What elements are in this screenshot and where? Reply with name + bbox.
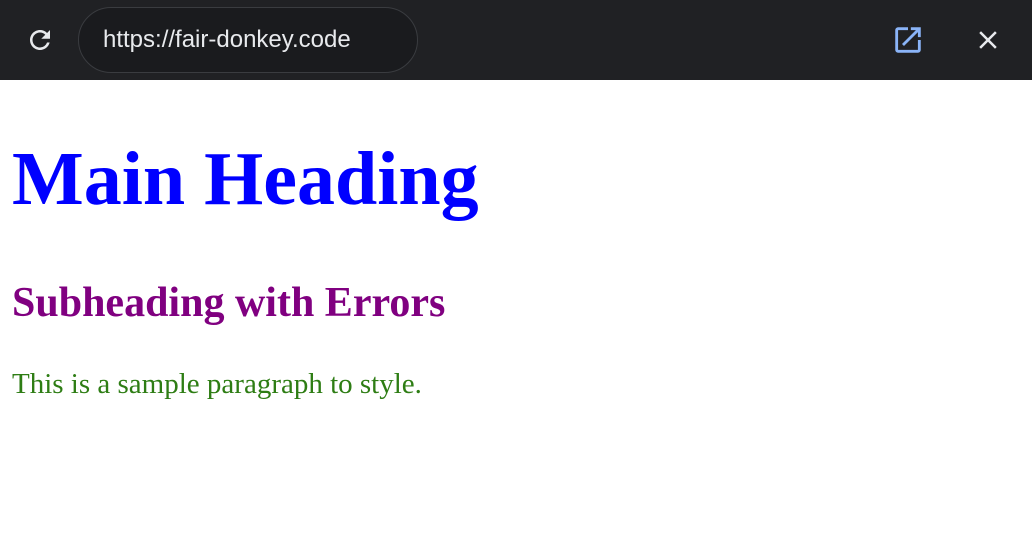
open-in-new-tab-button[interactable] [888,22,928,58]
subheading: Subheading with Errors [12,280,446,326]
browser-toolbar: https://fair-donkey.code [0,0,1032,80]
main-heading: Main Heading [12,137,479,221]
url-text[interactable]: https://fair-donkey.code [103,26,351,54]
close-icon [979,31,997,49]
close-button[interactable] [968,22,1008,58]
reload-icon [30,30,50,50]
reload-button[interactable] [22,22,58,58]
address-bar[interactable]: https://fair-donkey.code [78,7,418,73]
page-content: Main Heading Subheading with Errors This… [0,80,1032,550]
paragraph: This is a sample paragraph to style. [12,368,422,400]
open-in-new-icon [895,27,921,53]
